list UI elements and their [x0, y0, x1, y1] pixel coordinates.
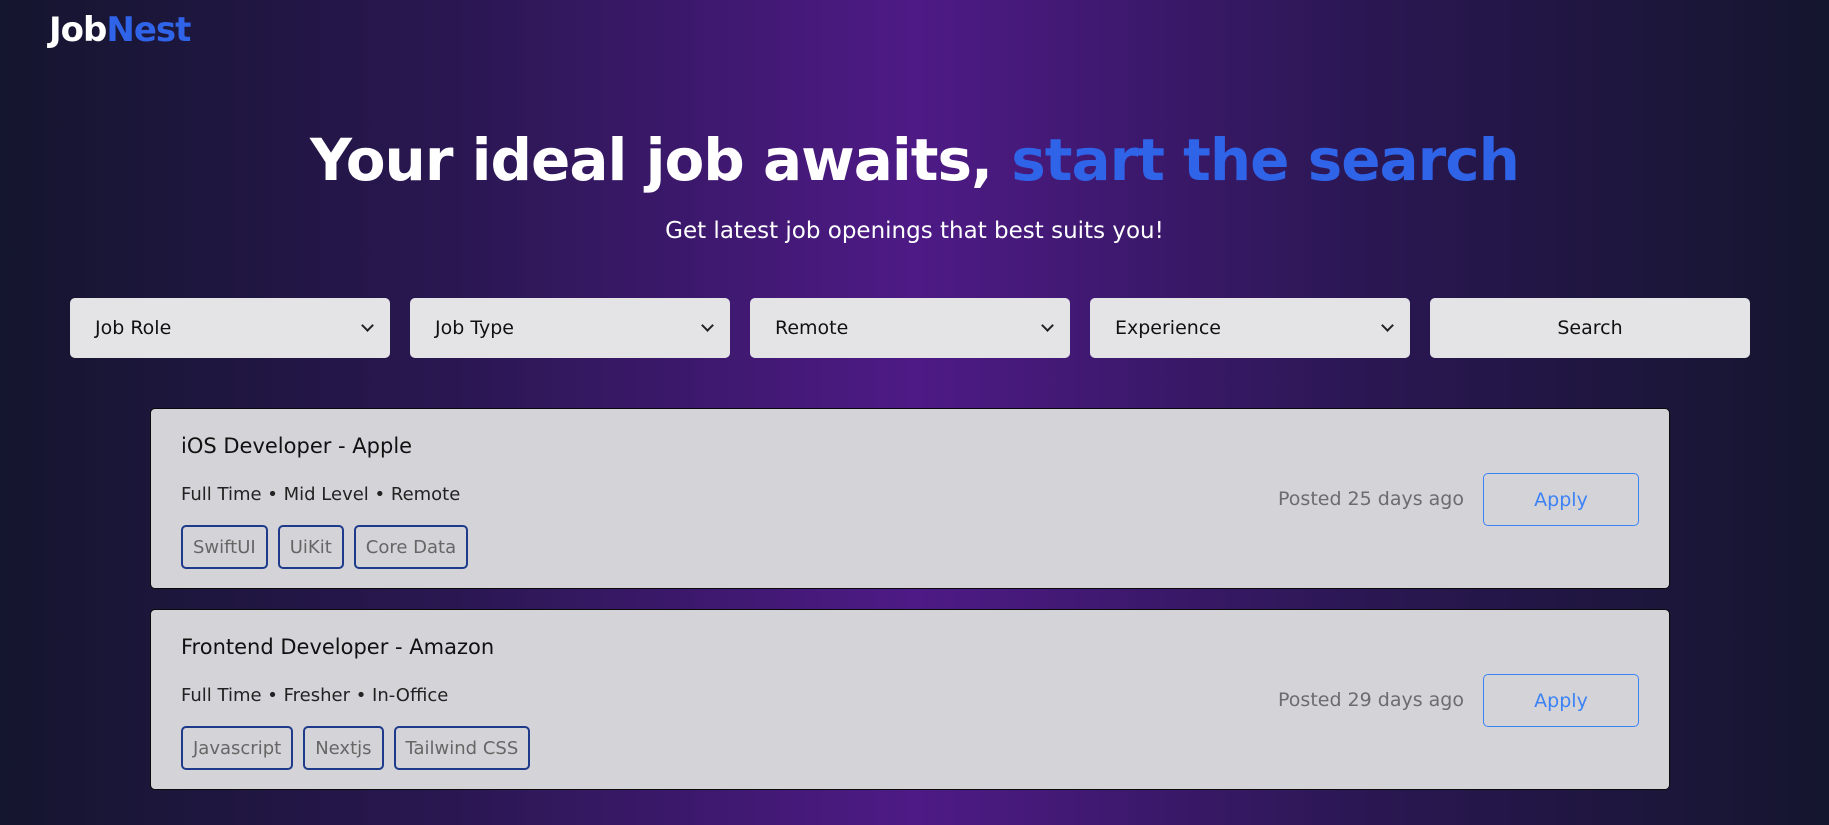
posted-date: Posted 29 days ago — [1278, 689, 1464, 711]
job-title: iOS Developer - Apple — [181, 434, 413, 458]
chevron-down-icon — [361, 318, 374, 332]
job-card: iOS Developer - Apple Full Time • Mid Le… — [150, 408, 1670, 589]
hero-subtitle: Get latest job openings that best suits … — [665, 218, 1164, 244]
skill-tag: UiKit — [277, 525, 344, 569]
chevron-down-icon — [701, 318, 714, 332]
job-type-select-label: Job Type — [435, 317, 514, 339]
logo[interactable]: JobNest — [49, 10, 191, 50]
logo-text-nest: Nest — [106, 10, 191, 50]
posted-date: Posted 25 days ago — [1278, 488, 1464, 510]
experience-select[interactable]: Experience — [1090, 298, 1410, 358]
skill-tag: Core Data — [353, 525, 469, 569]
experience-select-label: Experience — [1115, 317, 1221, 339]
search-button[interactable]: Search — [1430, 298, 1750, 358]
skill-tag: Tailwind CSS — [393, 726, 531, 770]
job-card: Frontend Developer - Amazon Full Time • … — [150, 609, 1670, 790]
apply-button[interactable]: Apply — [1483, 473, 1639, 526]
chevron-down-icon — [1381, 318, 1394, 332]
chevron-down-icon — [1041, 318, 1054, 332]
job-meta: Full Time • Fresher • In-Office — [181, 685, 449, 706]
job-title: Frontend Developer - Amazon — [181, 635, 495, 659]
job-type-select[interactable]: Job Type — [410, 298, 730, 358]
skill-tag: SwiftUI — [181, 525, 268, 569]
hero-title: Your ideal job awaits, start the search — [0, 126, 1829, 194]
job-tags: SwiftUI UiKit Core Data — [181, 525, 469, 569]
job-meta: Full Time • Mid Level • Remote — [181, 484, 461, 505]
remote-select-label: Remote — [775, 317, 849, 339]
job-role-select[interactable]: Job Role — [70, 298, 390, 358]
hero-title-main: Your ideal job awaits, — [310, 126, 1012, 194]
skill-tag: Javascript — [181, 726, 294, 770]
logo-text-job: Job — [49, 10, 107, 50]
filter-bar: Job Role Job Type Remote Experience Sear… — [70, 298, 1750, 358]
hero-title-highlight: start the search — [1011, 126, 1520, 194]
remote-select[interactable]: Remote — [750, 298, 1070, 358]
job-role-select-label: Job Role — [95, 317, 172, 339]
job-tags: Javascript Nextjs Tailwind CSS — [181, 726, 531, 770]
apply-button[interactable]: Apply — [1483, 674, 1639, 727]
skill-tag: Nextjs — [303, 726, 384, 770]
